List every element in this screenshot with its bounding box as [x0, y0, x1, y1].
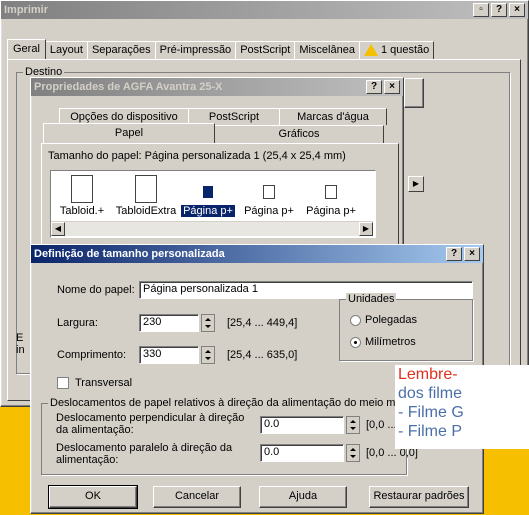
- paper-list[interactable]: Tabloid.+ TabloidExtra Página p+ Página …: [50, 170, 376, 238]
- length-label: Comprimento:: [57, 349, 127, 361]
- unit-mm-label: Milímetros: [365, 336, 416, 348]
- custom-size-titlebar: Definição de tamanho personalizada ? ×: [31, 245, 483, 263]
- print-titlebar: Imprimir ▫ ? ×: [1, 1, 528, 19]
- custom-size-close-button[interactable]: ×: [464, 247, 480, 261]
- paper-size-value: Página personalizada 1 (25,4 x 25,4 mm): [144, 150, 346, 162]
- print-properties-button[interactable]: [404, 78, 424, 108]
- properties-titlebar: Propriedades de AGFA Avantra 25-X ? ×: [31, 78, 403, 96]
- properties-title: Propriedades de AGFA Avantra 25-X: [34, 81, 223, 93]
- paper-name-label: Nome do papel:: [57, 284, 135, 296]
- unit-inches-label: Polegadas: [365, 314, 417, 326]
- paper-icon: [71, 175, 93, 203]
- properties-help-button[interactable]: ?: [366, 80, 382, 94]
- tab-separacoes[interactable]: Separações: [86, 41, 156, 59]
- scroll-right-icon[interactable]: ▶: [359, 222, 373, 236]
- ok-button[interactable]: OK: [48, 485, 138, 509]
- paper-caption: Página p+: [244, 205, 294, 217]
- warning-icon: [363, 44, 378, 57]
- paper-icon: [202, 185, 214, 199]
- paper-caption: Página p+: [181, 205, 235, 217]
- perp-offset-label-2: da alimentação:: [56, 424, 134, 436]
- offset-legend: Deslocamentos de papel relativos à direç…: [48, 397, 440, 409]
- length-spinner[interactable]: [201, 346, 215, 364]
- para-offset-input[interactable]: 0.0: [260, 444, 344, 462]
- print-partial-label-2: in: [16, 344, 25, 356]
- paper-item-custom-3[interactable]: Página p+: [303, 171, 359, 223]
- perp-offset-spinner[interactable]: [346, 416, 360, 434]
- width-spinner[interactable]: [201, 314, 215, 332]
- print-partial-label-1: E: [16, 332, 24, 344]
- reminder-note: Lembre- dos filme - Filme G - Filme P: [395, 365, 529, 449]
- print-scroll-right-icon[interactable]: ▶: [408, 176, 424, 192]
- tab-postscript[interactable]: PostScript: [235, 41, 296, 59]
- paper-item-custom-2[interactable]: Página p+: [241, 171, 297, 223]
- note-line-2: dos filme: [398, 385, 463, 402]
- radio-off-icon: [350, 314, 361, 326]
- units-legend: Unidades: [346, 293, 397, 305]
- paper-icon: [263, 185, 275, 199]
- perp-offset-label-1: Deslocamento perpendicular à direção: [56, 412, 245, 424]
- print-title: Imprimir: [4, 4, 49, 16]
- paper-item-tabloid-extra[interactable]: TabloidExtra: [113, 171, 179, 223]
- offset-group: Deslocamentos de papel relativos à direç…: [41, 397, 440, 475]
- custom-size-title: Definição de tamanho personalizada: [34, 248, 225, 260]
- tab-pre-impressao[interactable]: Pré-impressão: [154, 41, 237, 59]
- tab-questoes-label: 1 questão: [380, 44, 430, 56]
- print-help-button[interactable]: ?: [491, 3, 507, 17]
- paper-hscrollbar[interactable]: ◀ ▶: [51, 221, 373, 236]
- paper-size-label: Tamanho do papel: Página personalizada 1…: [48, 150, 346, 162]
- transversal-checkbox[interactable]: Transversal: [57, 377, 133, 390]
- para-offset-label-1: Deslocamento paralelo à direção da: [56, 442, 233, 454]
- paper-name-input[interactable]: Página personalizada 1: [139, 281, 473, 299]
- width-input[interactable]: 230: [139, 314, 199, 332]
- paper-caption: Tabloid.+: [59, 205, 105, 217]
- print-restore-button[interactable]: ▫: [473, 3, 489, 17]
- tab-geral[interactable]: Geral: [7, 39, 46, 59]
- scroll-left-icon[interactable]: ◀: [51, 222, 65, 236]
- restore-defaults-button[interactable]: Restaurar padrões: [369, 486, 469, 508]
- note-line-3: - Filme G: [398, 404, 464, 421]
- unit-inches-radio[interactable]: Polegadas: [350, 314, 417, 326]
- cancel-button[interactable]: Cancelar: [153, 486, 241, 508]
- para-offset-label-2: alimentação:: [56, 454, 119, 466]
- paper-caption: TabloidExtra: [115, 205, 177, 217]
- properties-close-button[interactable]: ×: [384, 80, 400, 94]
- unit-mm-radio[interactable]: Milímetros: [350, 336, 416, 348]
- tab-questoes[interactable]: 1 questão: [358, 41, 435, 59]
- tab-papel[interactable]: Papel: [43, 123, 215, 143]
- paper-icon: [325, 185, 337, 199]
- note-line-4: - Filme P: [398, 423, 462, 440]
- tab-marcas-dagua[interactable]: Marcas d'água: [279, 108, 387, 125]
- paper-icon: [135, 175, 157, 203]
- help-button[interactable]: Ajuda: [259, 486, 347, 508]
- length-input[interactable]: 330: [139, 346, 199, 364]
- units-group: Unidades Polegadas Milímetros: [339, 293, 473, 361]
- paper-item-custom-1[interactable]: Página p+: [181, 171, 235, 223]
- width-label: Largura:: [57, 317, 98, 329]
- para-offset-spinner[interactable]: [346, 444, 360, 462]
- custom-size-help-button[interactable]: ?: [446, 247, 462, 261]
- properties-window: Propriedades de AGFA Avantra 25-X ? × Op…: [30, 77, 404, 264]
- print-close-button[interactable]: ×: [509, 3, 525, 17]
- paper-size-caption: Tamanho do papel:: [48, 150, 142, 162]
- transversal-label: Transversal: [75, 377, 133, 389]
- radio-on-icon: [350, 336, 361, 348]
- checkbox-icon: [57, 377, 69, 390]
- note-line-1: Lembre-: [398, 366, 458, 383]
- tab-graficos[interactable]: Gráficos: [214, 125, 384, 143]
- perp-offset-input[interactable]: 0.0: [260, 416, 344, 434]
- tab-miscelanea[interactable]: Miscelânea: [294, 41, 360, 59]
- width-range: [25,4 ... 449,4]: [227, 317, 298, 329]
- tab-layout[interactable]: Layout: [44, 41, 88, 59]
- paper-item-tabloid[interactable]: Tabloid.+: [53, 171, 111, 223]
- paper-caption: Página p+: [306, 205, 356, 217]
- length-range: [25,4 ... 635,0]: [227, 349, 298, 361]
